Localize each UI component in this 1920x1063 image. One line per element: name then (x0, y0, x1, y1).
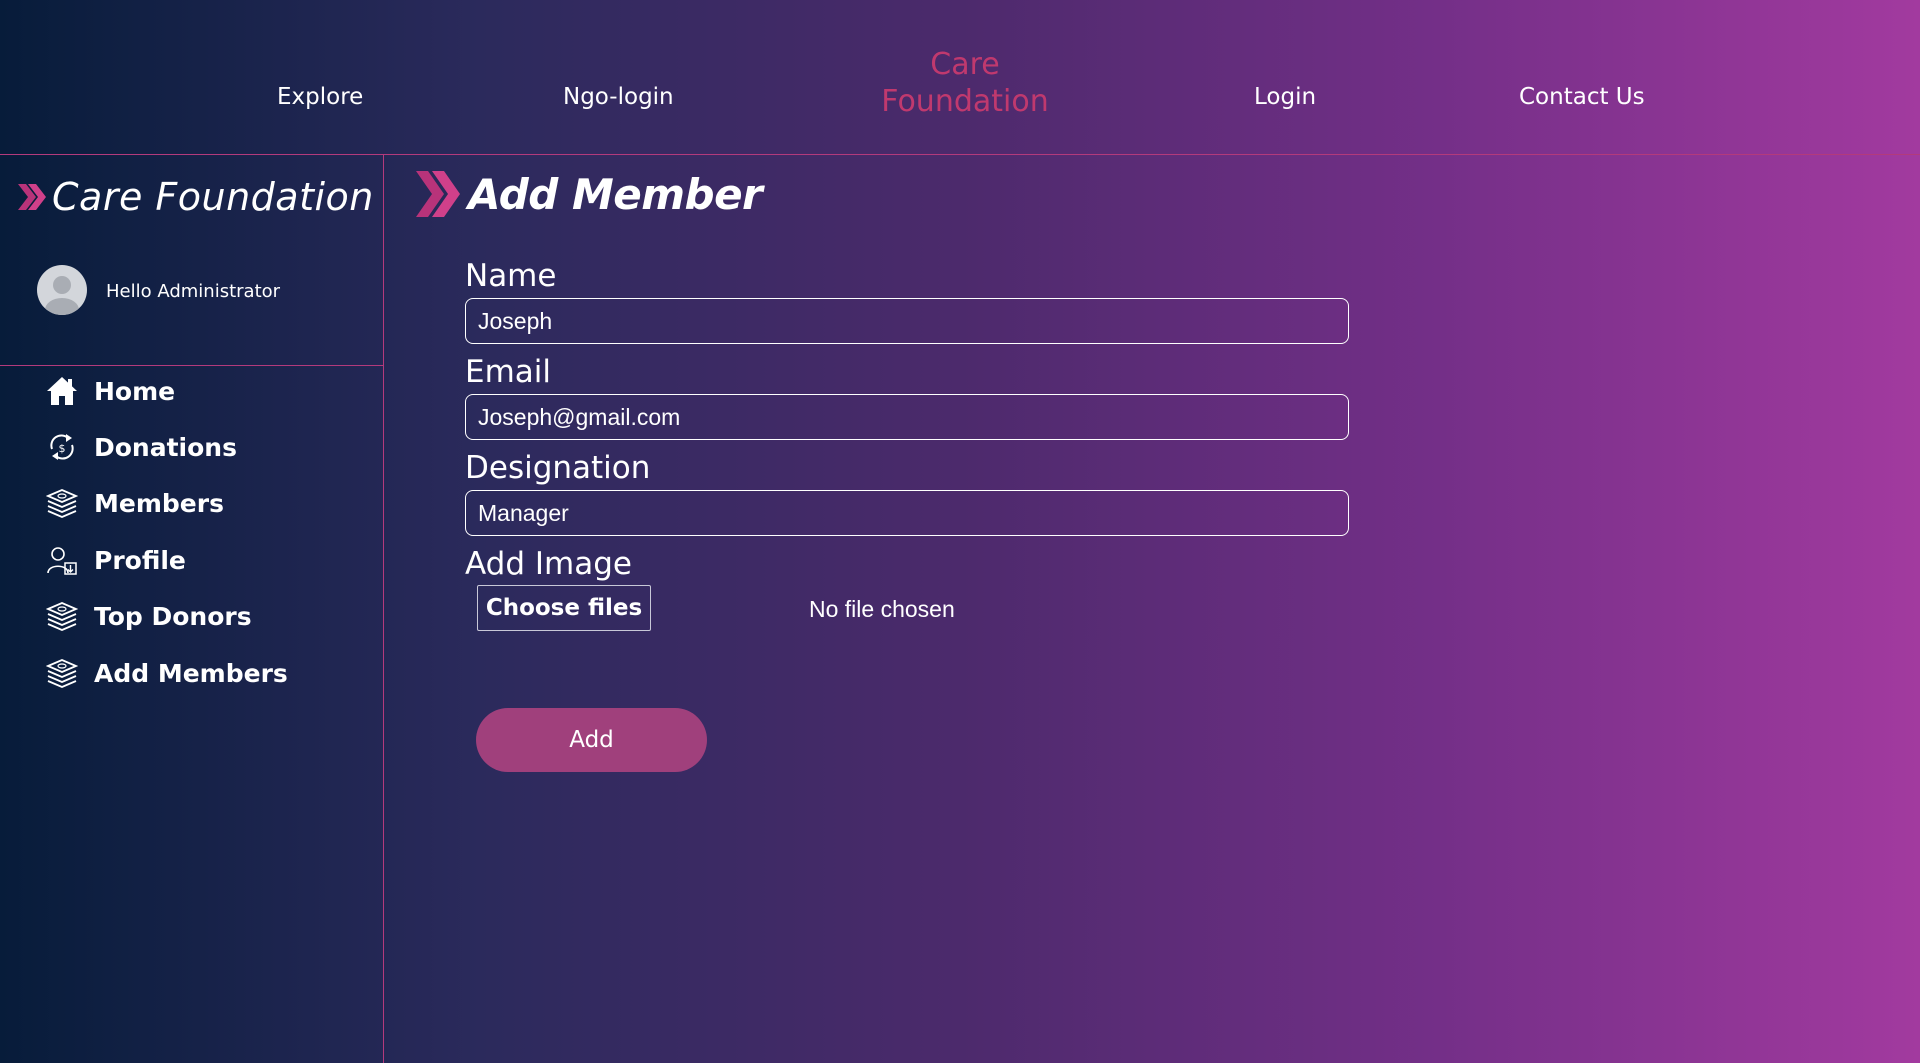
nav-contact-link[interactable]: Contact Us (1519, 84, 1645, 110)
choose-files-button[interactable]: Choose files (477, 585, 651, 631)
brand-line-1: Care (930, 47, 1000, 82)
sidebar-item-label: Donations (94, 432, 237, 462)
designation-input[interactable] (465, 490, 1349, 536)
sidebar-item-label: Top Donors (94, 601, 252, 631)
brand-line-2: Foundation (881, 84, 1049, 119)
donation-cycle-icon: $ (46, 431, 78, 463)
nav-brand-logo[interactable]: Care Foundation (865, 46, 1065, 120)
sidebar-item-members[interactable]: Members (46, 487, 224, 519)
add-image-label: Add Image (465, 546, 632, 582)
sidebar-item-label: Profile (94, 545, 186, 575)
nav-explore-link[interactable]: Explore (277, 84, 363, 110)
avatar (37, 265, 87, 315)
svg-text:$: $ (59, 442, 66, 455)
name-input[interactable] (465, 298, 1349, 344)
user-profile-icon (46, 544, 78, 576)
money-stack-icon (46, 600, 78, 632)
sidebar-brand: Care Foundation (16, 175, 374, 219)
page-title: Add Member (468, 169, 763, 219)
money-stack-icon (46, 487, 78, 519)
sidebar-item-label: Home (94, 376, 176, 406)
sidebar-header: Care Foundation Hello Administrator (0, 155, 383, 366)
page-header: Add Member (414, 165, 763, 223)
user-avatar-icon (45, 276, 79, 315)
chevron-double-right-icon (18, 184, 46, 210)
add-member-submit-button[interactable]: Add (476, 708, 707, 772)
sidebar-item-label: Members (94, 488, 224, 518)
sidebar-item-top-donors[interactable]: Top Donors (46, 600, 252, 632)
name-label: Name (465, 258, 557, 294)
chevron-double-right-icon (416, 171, 460, 217)
nav-login-link[interactable]: Login (1254, 84, 1316, 110)
file-status-text: No file chosen (809, 596, 955, 622)
nav-ngo-login-link[interactable]: Ngo-login (563, 84, 674, 110)
sidebar-brand-text: Care Foundation (52, 175, 374, 219)
email-input[interactable] (465, 394, 1349, 440)
designation-label: Designation (465, 450, 651, 486)
sidebar-item-home[interactable]: Home (46, 375, 175, 407)
sidebar-item-donations[interactable]: $ Donations (46, 431, 237, 463)
sidebar-item-profile[interactable]: Profile (46, 544, 186, 576)
email-label: Email (465, 354, 552, 390)
sidebar: Care Foundation Hello Administrator Home (0, 155, 384, 1063)
top-navbar: Explore Ngo-login Care Foundation Login … (0, 0, 1920, 155)
sidebar-item-add-members[interactable]: Add Members (46, 657, 288, 689)
main-content: Add Member Name Email Designation Add Im… (384, 155, 1920, 1063)
money-stack-icon (46, 657, 78, 689)
sidebar-item-label: Add Members (94, 658, 288, 688)
greeting-text: Hello Administrator (106, 281, 281, 302)
home-icon (46, 375, 78, 407)
